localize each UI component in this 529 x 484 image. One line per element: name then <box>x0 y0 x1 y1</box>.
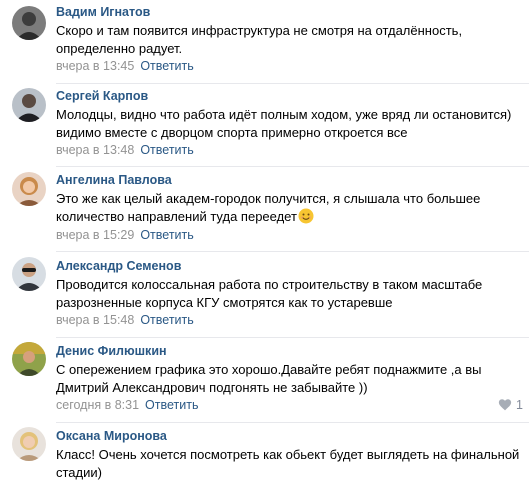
comment-text-body: Это же как целый академ-городок получитс… <box>56 191 481 224</box>
author-name[interactable]: Денис Филюшкин <box>56 344 167 358</box>
comment-text: Класс! Очень хочется посмотреть как обье… <box>56 447 520 480</box>
author-name[interactable]: Вадим Игнатов <box>56 5 150 19</box>
divider <box>56 251 529 252</box>
comment-time[interactable]: вчера в 15:48 <box>56 313 134 327</box>
avatar[interactable] <box>12 172 46 206</box>
comment-time[interactable]: вчера в 13:45 <box>56 59 134 73</box>
comment-meta: вчера в 15:48 Ответить <box>56 313 194 327</box>
comment-text: Молодцы, видно что работа идёт полным хо… <box>56 107 512 140</box>
reply-button[interactable]: Ответить <box>140 228 193 242</box>
divider <box>56 422 529 423</box>
reply-button[interactable]: Ответить <box>140 59 193 73</box>
reply-button[interactable]: Ответить <box>145 398 198 412</box>
comment-meta: вчера в 15:29 Ответить <box>56 228 194 242</box>
like-button[interactable]: 1 <box>498 398 523 412</box>
comment-meta: вчера в 13:48 Ответить <box>56 143 194 157</box>
avatar[interactable] <box>12 427 46 461</box>
avatar[interactable] <box>12 6 46 40</box>
author-name[interactable]: Оксана Миронова <box>56 429 167 443</box>
divider <box>56 83 529 84</box>
reply-button[interactable]: Ответить <box>140 143 193 157</box>
like-count: 1 <box>516 398 523 412</box>
comment-text: Проводится колоссальная работа по строит… <box>56 277 483 310</box>
avatar[interactable] <box>12 88 46 122</box>
comment-text: С опережением графика это хорошо.Давайте… <box>56 362 482 395</box>
comment-meta: сегодня в 8:31 Ответить <box>56 398 198 412</box>
avatar[interactable] <box>12 342 46 376</box>
divider <box>56 337 529 338</box>
reply-button[interactable]: Ответить <box>140 313 193 327</box>
divider <box>56 166 529 167</box>
author-name[interactable]: Ангелина Павлова <box>56 173 172 187</box>
comment-time[interactable]: вчера в 15:29 <box>56 228 134 242</box>
heart-icon <box>498 399 512 411</box>
comment-meta: вчера в 13:45 Ответить <box>56 59 194 73</box>
avatar[interactable] <box>12 257 46 291</box>
comment-text: Это же как целый академ-городок получитс… <box>56 190 524 226</box>
comment-time[interactable]: вчера в 13:48 <box>56 143 134 157</box>
smiling-face-icon <box>298 208 314 224</box>
author-name[interactable]: Сергей Карпов <box>56 89 148 103</box>
comment-time[interactable]: сегодня в 8:31 <box>56 398 139 412</box>
comment-text: Скоро и там появится инфраструктура не с… <box>56 23 463 56</box>
author-name[interactable]: Александр Семенов <box>56 259 181 273</box>
